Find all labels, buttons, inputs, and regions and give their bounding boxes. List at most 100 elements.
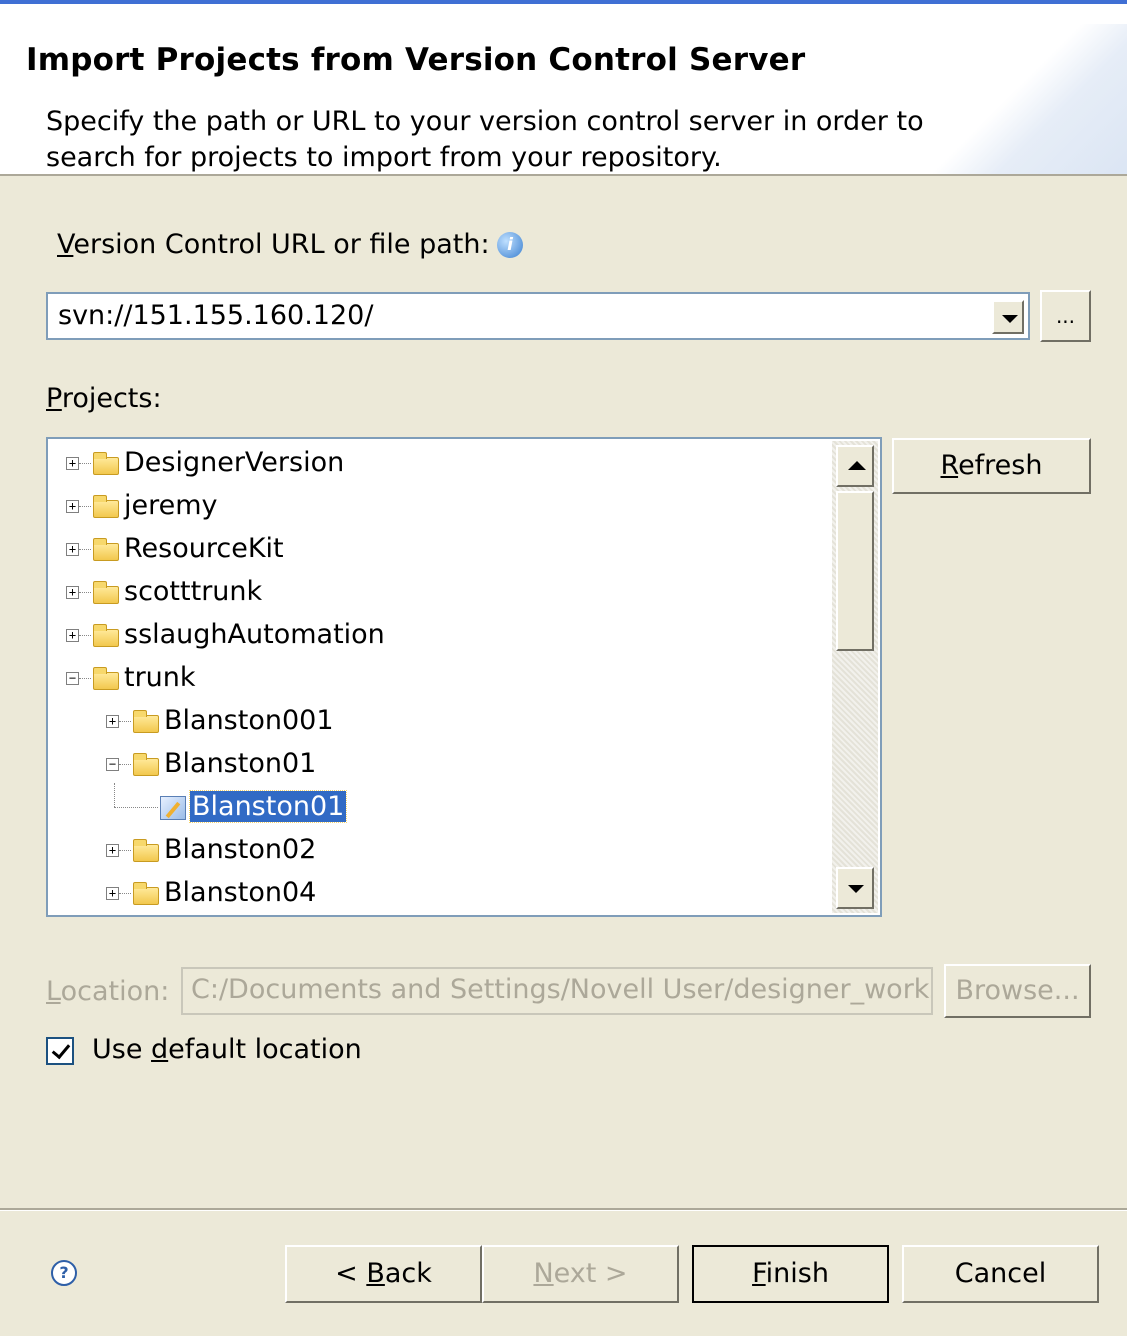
projects-tree[interactable]: + DesignerVersion + jeremy + ResourceKit + scot… xyxy=(46,437,882,917)
tree-connector xyxy=(119,893,131,894)
tree-connector xyxy=(114,783,115,807)
tree-connector xyxy=(79,635,91,636)
tree-connector xyxy=(79,463,91,464)
folder-icon xyxy=(133,753,159,776)
tree-item[interactable]: scotttrunk xyxy=(124,572,262,612)
tree-item-label: jeremy xyxy=(124,490,218,521)
tree-expander[interactable]: + xyxy=(66,543,79,556)
tree-item[interactable]: Blanston001 xyxy=(164,701,334,741)
url-browse-button[interactable]: ... xyxy=(1040,290,1091,342)
tree-connector xyxy=(119,764,131,765)
next-mnemonic: N xyxy=(533,1258,554,1289)
tree-item[interactable]: trunk xyxy=(124,658,196,698)
finish-post: inish xyxy=(765,1258,829,1289)
scroll-thumb[interactable] xyxy=(836,491,874,651)
refresh-button[interactable]: Refresh xyxy=(892,438,1091,494)
tree-connector xyxy=(114,807,158,808)
url-label-text: ersion Control URL or file path: xyxy=(73,229,490,260)
tree-connector xyxy=(79,592,91,593)
tree-item-label: Blanston001 xyxy=(164,705,334,736)
location-label-mnemonic: L xyxy=(46,976,61,1007)
cancel-button[interactable]: Cancel xyxy=(902,1245,1099,1303)
tree-item[interactable]: DesignerVersion xyxy=(124,443,344,483)
back-mnemonic: B xyxy=(366,1258,385,1289)
back-pre: < xyxy=(335,1258,367,1289)
tree-expander[interactable]: + xyxy=(66,500,79,513)
chevron-up-icon xyxy=(848,461,866,470)
back-button[interactable]: < Back xyxy=(285,1245,482,1303)
tree-scrollbar[interactable] xyxy=(832,441,878,913)
tree-expander[interactable]: + xyxy=(106,715,119,728)
tree-expander[interactable]: + xyxy=(106,887,119,900)
project-icon xyxy=(160,796,186,820)
checkbox-label-mnemonic: d xyxy=(151,1034,169,1065)
tree-expander[interactable]: + xyxy=(66,586,79,599)
tree-item-label: trunk xyxy=(124,662,196,693)
location-input[interactable]: C:/Documents and Settings/Novell User/de… xyxy=(181,967,933,1015)
tree-expander[interactable]: + xyxy=(106,844,119,857)
projects-label-text: rojects: xyxy=(61,383,162,414)
tree-item-label: scotttrunk xyxy=(124,576,263,607)
checkbox-label-pre: Use xyxy=(92,1034,152,1065)
location-label: Location: xyxy=(46,976,169,1007)
tree-item-label: Blanston04 xyxy=(164,877,317,908)
folder-icon xyxy=(93,538,119,561)
scroll-up-button[interactable] xyxy=(836,445,874,487)
folder-icon xyxy=(93,452,119,475)
tree-connector xyxy=(79,506,91,507)
folder-icon xyxy=(133,839,159,862)
projects-label: Projects: xyxy=(46,383,162,414)
footer-divider-highlight xyxy=(0,1210,1127,1211)
url-combo-value[interactable]: svn://151.155.160.120/ xyxy=(58,300,373,331)
tree-item[interactable]: ResourceKit xyxy=(124,529,284,569)
next-post: ext > xyxy=(553,1258,628,1289)
tree-item-selected[interactable]: Blanston01 xyxy=(188,787,348,827)
tree-connector xyxy=(79,549,91,550)
url-dropdown-button[interactable] xyxy=(992,300,1024,334)
tree-item-label: Blanston01 xyxy=(188,790,348,823)
folder-icon xyxy=(133,710,159,733)
tree-item-label: Blanston01 xyxy=(164,748,317,779)
folder-icon xyxy=(93,667,119,690)
chevron-down-icon xyxy=(1002,315,1018,323)
projects-label-mnemonic: P xyxy=(46,383,62,414)
tree-expander[interactable]: + xyxy=(66,457,79,470)
info-icon[interactable]: i xyxy=(497,232,523,258)
next-button[interactable]: Next > xyxy=(482,1245,679,1303)
scroll-down-button[interactable] xyxy=(836,867,874,909)
tree-item-label: DesignerVersion xyxy=(124,447,345,478)
tree-item[interactable]: sslaughAutomation xyxy=(124,615,385,655)
folder-icon xyxy=(133,882,159,905)
tree-connector xyxy=(79,678,91,679)
help-icon[interactable]: ? xyxy=(51,1260,77,1286)
tree-expander[interactable]: + xyxy=(66,629,79,642)
checkbox-label-post: efault location xyxy=(168,1034,362,1065)
tree-expander[interactable]: − xyxy=(66,672,79,685)
tree-item-label: ResourceKit xyxy=(124,533,284,564)
folder-icon xyxy=(93,581,119,604)
tree-item[interactable]: jeremy xyxy=(124,486,218,526)
folder-icon xyxy=(93,495,119,518)
tree-item[interactable]: Blanston04 xyxy=(164,873,316,913)
tree-item[interactable]: Blanston02 xyxy=(164,830,316,870)
banner-decoration xyxy=(927,24,1127,174)
finish-mnemonic: F xyxy=(752,1258,766,1289)
page-title: Import Projects from Version Control Ser… xyxy=(26,42,806,78)
back-post: ack xyxy=(384,1258,432,1289)
folder-icon xyxy=(93,624,119,647)
finish-button[interactable]: Finish xyxy=(692,1245,889,1303)
url-combo[interactable]: svn://151.155.160.120/ xyxy=(46,292,1030,340)
refresh-text: efresh xyxy=(958,450,1043,481)
tree-connector xyxy=(119,721,131,722)
chevron-down-icon xyxy=(848,885,864,893)
url-label-mnemonic: V xyxy=(57,229,74,260)
location-label-text: ocation: xyxy=(60,976,170,1007)
url-label: Version Control URL or file path: xyxy=(57,229,490,260)
tree-item-label: sslaughAutomation xyxy=(124,619,385,650)
tree-item[interactable]: Blanston01 xyxy=(164,744,316,784)
location-browse-button[interactable]: Browse... xyxy=(944,964,1091,1018)
tree-expander[interactable]: − xyxy=(106,758,119,771)
default-location-label[interactable]: Use default location xyxy=(92,1034,362,1065)
default-location-checkbox[interactable] xyxy=(46,1037,74,1065)
refresh-mnemonic: R xyxy=(940,450,959,481)
